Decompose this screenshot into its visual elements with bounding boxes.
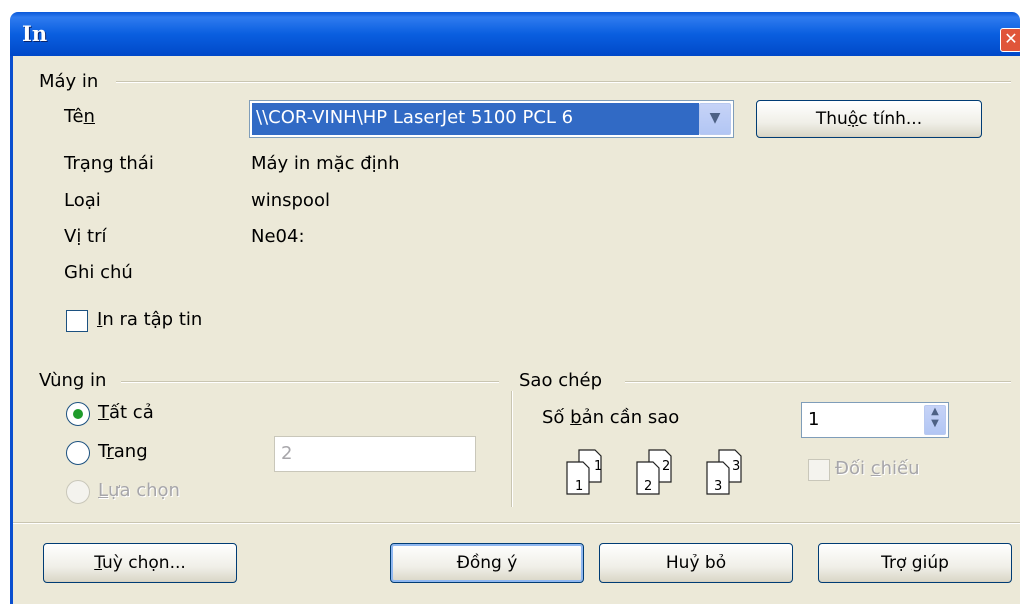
printer-select[interactable]: \\COR-VINH\HP LaserJet 5100 PCL 6 ▼ xyxy=(249,100,734,138)
print-dialog: In ✕ Máy in Tên \\COR-VINH\HP LaserJet 5… xyxy=(0,0,1020,604)
print-to-file-checkbox[interactable] xyxy=(66,310,88,332)
range-group-divider xyxy=(121,381,499,383)
collate-number-4: 2 xyxy=(644,479,652,494)
printer-select-value: \\COR-VINH\HP LaserJet 5100 PCL 6 xyxy=(252,103,699,135)
selection-radio-label: Lựa chọn xyxy=(98,480,180,501)
selection-radio xyxy=(66,480,90,504)
collate-number-2: 1 xyxy=(575,479,583,494)
printer-group-divider xyxy=(116,81,1011,83)
pages-input[interactable]: 2 xyxy=(274,436,476,472)
radio-dot-icon xyxy=(73,409,83,419)
collate-number-1: 1 xyxy=(594,459,602,474)
close-icon[interactable]: ✕ xyxy=(1000,28,1020,52)
copies-group-label: Sao chép xyxy=(519,370,602,391)
cancel-button[interactable]: Huỷ bỏ xyxy=(599,543,793,583)
all-radio[interactable] xyxy=(66,402,90,426)
status-value: Máy in mặc định xyxy=(251,153,400,174)
type-value: winspool xyxy=(251,190,330,211)
location-value: Ne04: xyxy=(251,226,305,247)
title-bar[interactable]: In ✕ xyxy=(10,12,1020,56)
ok-button[interactable]: Đồng ý xyxy=(390,543,584,583)
bottom-divider xyxy=(13,522,1020,524)
copies-value: 1 xyxy=(808,409,820,430)
copies-count-label: Số bản cần sao xyxy=(542,407,680,428)
copies-stepper[interactable]: 1 ▲ ▼ xyxy=(801,402,949,438)
spin-arrows-icon[interactable]: ▲ ▼ xyxy=(924,405,946,435)
window-title: In xyxy=(22,21,48,46)
help-button[interactable]: Trợ giúp xyxy=(818,543,1012,583)
chevron-down-icon[interactable]: ▼ xyxy=(699,103,731,135)
printer-group-label: Máy in xyxy=(39,71,99,92)
options-button[interactable]: Tuỳ chọn... xyxy=(43,543,237,583)
print-to-file-label[interactable]: In ra tập tin xyxy=(97,309,202,330)
collate-label: Đối chiếu xyxy=(835,458,920,479)
copies-group-divider xyxy=(625,381,1011,383)
group-separator xyxy=(511,391,513,507)
collate-number-5: 3 xyxy=(732,459,740,474)
printer-name-label: Tên xyxy=(64,106,95,127)
properties-button[interactable]: Thuộc tính... xyxy=(756,100,982,138)
comment-label: Ghi chú xyxy=(64,262,133,283)
status-label: Trạng thái xyxy=(64,153,154,174)
collate-number-6: 3 xyxy=(714,479,722,494)
collate-pages-icon: 1 1 2 2 3 3 xyxy=(566,449,742,495)
pages-radio-label[interactable]: Trang xyxy=(98,441,148,462)
pages-radio[interactable] xyxy=(66,441,90,465)
location-label: Vị trí xyxy=(64,226,107,247)
collate-number-3: 2 xyxy=(662,459,670,474)
all-radio-label[interactable]: Tất cả xyxy=(98,402,154,423)
type-label: Loại xyxy=(64,190,101,211)
dialog-body: Máy in Tên \\COR-VINH\HP LaserJet 5100 P… xyxy=(10,56,1020,604)
range-group-label: Vùng in xyxy=(39,370,107,391)
collate-checkbox xyxy=(808,459,830,481)
